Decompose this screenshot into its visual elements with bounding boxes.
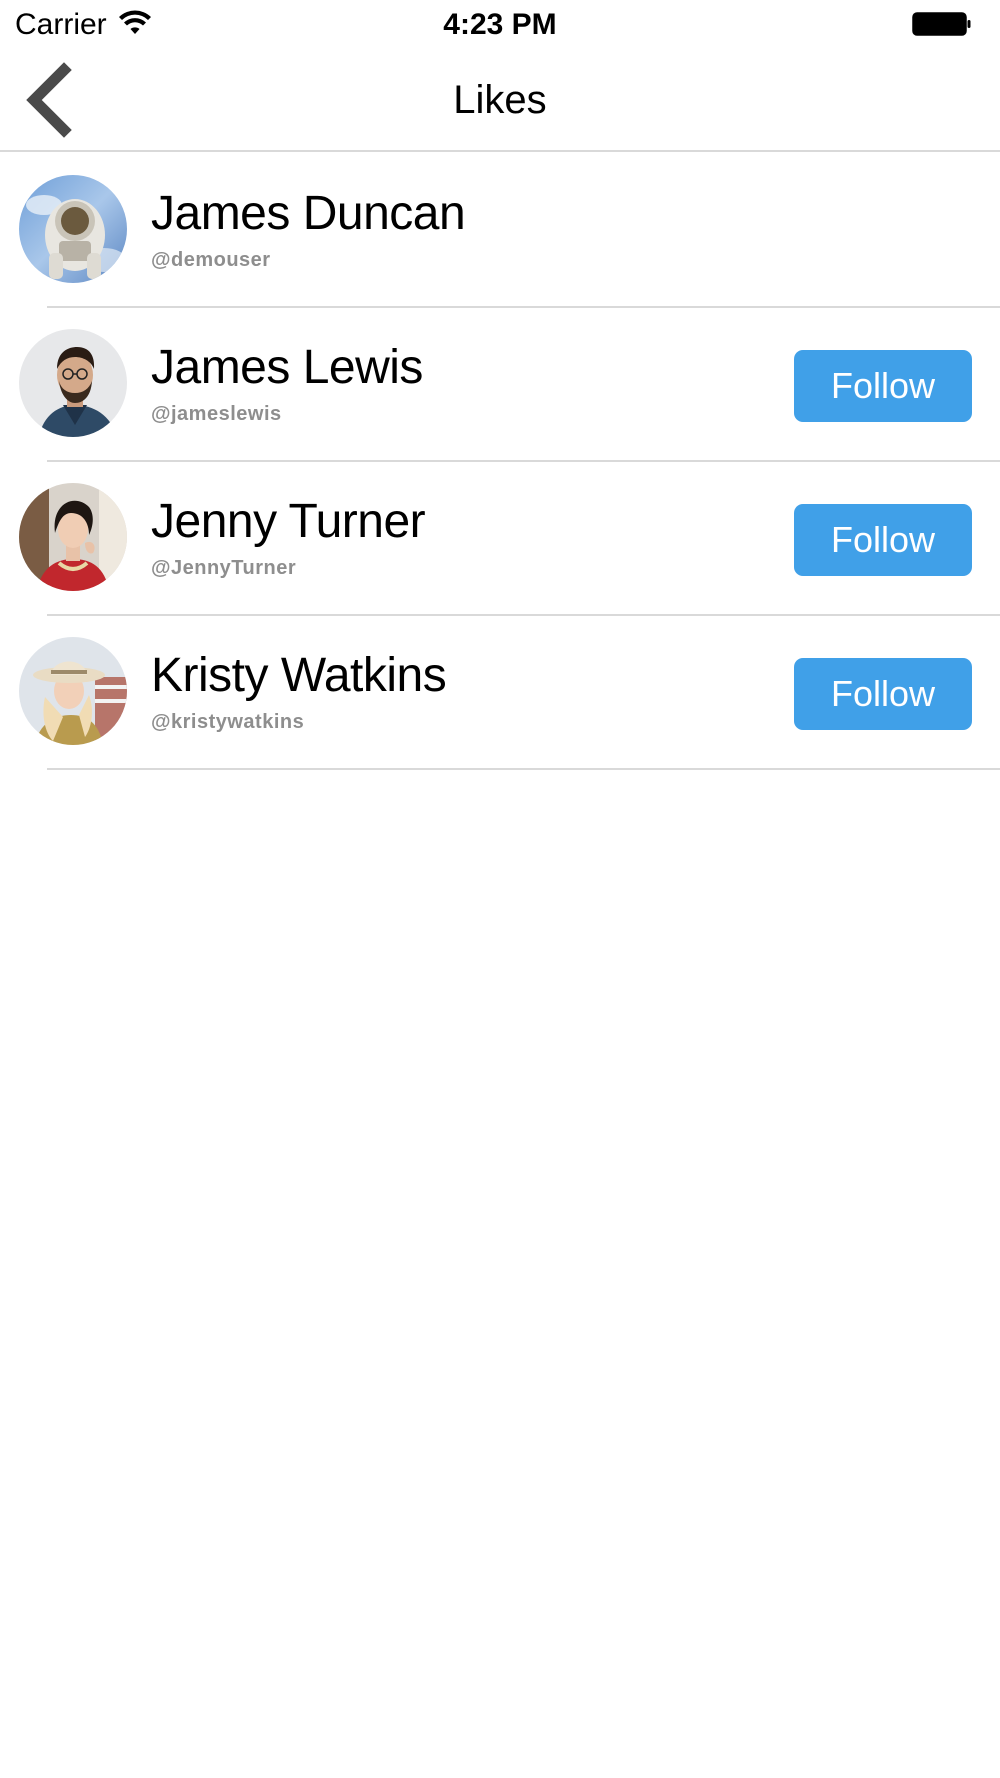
likes-list: James Duncan @demouser James Lewis @jame…	[0, 154, 1000, 770]
user-name[interactable]: Jenny Turner	[151, 494, 426, 550]
list-item[interactable]: Jenny Turner @JennyTurner Follow	[0, 462, 1000, 616]
follow-button[interactable]: Follow	[794, 658, 972, 730]
avatar[interactable]	[19, 175, 127, 283]
list-item[interactable]: James Lewis @jameslewis Follow	[0, 308, 1000, 462]
avatar[interactable]	[19, 637, 127, 745]
user-name[interactable]: Kristy Watkins	[151, 648, 447, 704]
list-item[interactable]: James Duncan @demouser	[0, 154, 1000, 308]
navigation-bar: Likes	[0, 50, 1000, 152]
user-handle: @demouser	[151, 249, 271, 271]
battery-icon	[912, 12, 972, 36]
user-name[interactable]: James Duncan	[151, 186, 466, 242]
user-handle: @jameslewis	[151, 403, 282, 425]
status-bar: Carrier 4:23 PM	[0, 0, 1000, 50]
user-handle: @JennyTurner	[151, 557, 297, 579]
list-item[interactable]: Kristy Watkins @kristywatkins Follow	[0, 616, 1000, 770]
avatar[interactable]	[19, 329, 127, 437]
user-name[interactable]: James Lewis	[151, 340, 423, 396]
follow-button[interactable]: Follow	[794, 504, 972, 576]
avatar[interactable]	[19, 483, 127, 591]
status-time: 4:23 PM	[443, 8, 557, 41]
follow-button[interactable]: Follow	[794, 350, 972, 422]
page-title: Likes	[453, 78, 547, 122]
user-handle: @kristywatkins	[151, 711, 305, 733]
chevron-left-icon	[20, 62, 80, 142]
